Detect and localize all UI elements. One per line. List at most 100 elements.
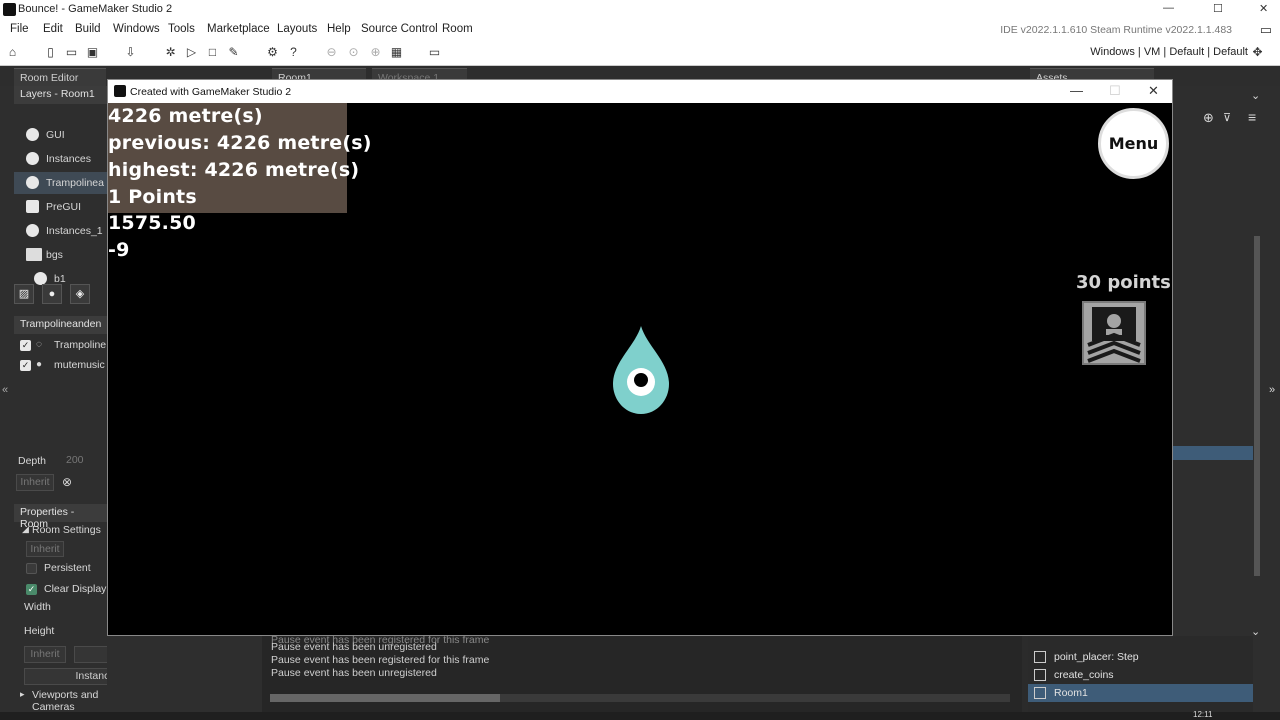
new-project-icon[interactable]: ▯ xyxy=(42,44,59,61)
clear-icon[interactable]: ⊗ xyxy=(62,475,72,489)
output-icon[interactable]: ▭ xyxy=(426,44,443,61)
tab-room-editor[interactable]: Room Editor xyxy=(14,68,106,86)
chat-icon[interactable]: ▭ xyxy=(1260,22,1272,38)
collapse-left-icon[interactable]: « xyxy=(2,384,8,396)
room-settings-label[interactable]: Room Settings xyxy=(32,524,101,536)
asset-item[interactable]: point_placer: Step xyxy=(1028,648,1253,666)
hud-value: 1575.50 xyxy=(108,212,196,234)
home-icon[interactable]: ⌂ xyxy=(4,44,21,61)
layer-pregui[interactable]: PreGUI xyxy=(14,196,107,218)
event-icon xyxy=(1034,651,1046,663)
save-icon[interactable]: ▣ xyxy=(84,44,101,61)
menu-help[interactable]: Help xyxy=(327,23,351,35)
instance-layer-icon xyxy=(26,128,39,141)
room-inherit-button[interactable]: Inherit xyxy=(26,541,64,557)
menu-layouts[interactable]: Layouts xyxy=(277,23,317,35)
minimize-button[interactable]: — xyxy=(1163,2,1174,14)
viewports-label[interactable]: Viewports and Cameras xyxy=(32,689,107,713)
output-panel: Pause event has been registered for this… xyxy=(262,634,1022,720)
stop-icon[interactable]: □ xyxy=(204,44,221,61)
persistent-label: Persistent xyxy=(44,562,91,574)
asset-item[interactable]: Room1 xyxy=(1028,684,1253,702)
instance-checkbox[interactable]: ✓ xyxy=(20,340,31,351)
debug-icon[interactable]: ✲ xyxy=(162,44,179,61)
clean-icon[interactable]: ✎ xyxy=(225,44,242,61)
instance-item[interactable]: mutemusic xyxy=(54,359,105,371)
add-background-layer-icon[interactable]: ▨ xyxy=(14,284,34,304)
filter-icon[interactable]: ⊽ xyxy=(1223,111,1231,124)
collapse-triangle-icon[interactable]: ◢ xyxy=(22,524,29,535)
game-maximize-button[interactable]: ☐ xyxy=(1109,83,1121,99)
instance-layer-icon xyxy=(26,176,39,189)
folder-icon xyxy=(26,248,42,261)
zoom-out-icon[interactable]: ⊖ xyxy=(323,44,340,61)
creation-inherit-button[interactable]: Inherit xyxy=(24,646,66,663)
assets-panel: ⊕ ⊽ ≡ ⌄ » ⌄ xyxy=(1173,86,1280,720)
layer-gui[interactable]: GUI xyxy=(14,124,107,146)
zoom-reset-icon[interactable]: ⊙ xyxy=(345,44,362,61)
menu-file[interactable]: File xyxy=(10,23,29,35)
asset-browser-list: point_placer: Step create_coins Room1 xyxy=(1028,636,1253,720)
depth-label: Depth xyxy=(18,455,47,467)
target-gear-icon[interactable]: ✥ xyxy=(1249,44,1266,61)
layer-folder-bgs[interactable]: bgs xyxy=(14,244,107,266)
game-close-button[interactable]: ✕ xyxy=(1148,83,1159,99)
expand-triangle-icon[interactable]: ▸ xyxy=(20,689,25,700)
game-minimize-button[interactable]: — xyxy=(1070,83,1083,98)
hud-distance: 4226 metre(s) xyxy=(108,105,263,127)
horizontal-scrollbar[interactable] xyxy=(270,694,1010,702)
width-label: Width xyxy=(24,601,51,613)
menu-room[interactable]: Room xyxy=(442,23,473,35)
depth-value[interactable]: 200 xyxy=(66,454,84,466)
room-editor-panel: Layers - Room1 GUI Instances Trampolinea… xyxy=(0,86,239,720)
chevron-down-icon[interactable]: ⌄ xyxy=(1251,89,1260,102)
menu-button[interactable]: Menu xyxy=(1098,108,1169,179)
trampoline-icon: ◌ xyxy=(36,339,42,350)
add-asset-icon[interactable]: ⊕ xyxy=(1203,110,1214,126)
hud-highest: highest: 4226 metre(s) xyxy=(108,159,360,181)
left-panel-lower xyxy=(107,636,262,720)
layer-instances-1[interactable]: Instances_1 xyxy=(14,220,107,242)
asset-item[interactable]: create_coins xyxy=(1028,666,1253,684)
add-instance-layer-icon[interactable]: ● xyxy=(42,284,62,304)
hud-previous: previous: 4226 metre(s) xyxy=(108,132,372,154)
output-line: Pause event has been registered for this… xyxy=(271,654,490,666)
script-icon xyxy=(1034,669,1046,681)
menu-marketplace[interactable]: Marketplace xyxy=(207,23,270,35)
layer-instances[interactable]: Instances xyxy=(14,148,107,170)
version-info: IDE v2022.1.1.610 Steam Runtime v2022.1.… xyxy=(1000,24,1232,36)
expand-right-icon[interactable]: » xyxy=(1269,384,1275,396)
scrollbar[interactable] xyxy=(1254,236,1260,576)
open-project-icon[interactable]: ▭ xyxy=(63,44,80,61)
menu-edit[interactable]: Edit xyxy=(43,23,63,35)
run-icon[interactable]: ▷ xyxy=(183,44,200,61)
target-selector[interactable]: Windows | VM | Default | Default xyxy=(1090,46,1248,58)
hamburger-menu-icon[interactable]: ≡ xyxy=(1248,109,1256,125)
instance-checkbox[interactable]: ✓ xyxy=(20,360,31,371)
grid-icon[interactable]: ▦ xyxy=(388,44,405,61)
depth-inherit-button[interactable]: Inherit xyxy=(16,474,54,491)
help-icon[interactable]: ? xyxy=(285,44,302,61)
instance-item[interactable]: Trampoline xyxy=(54,339,106,351)
instance-layer-icon xyxy=(26,152,39,165)
menu-tools[interactable]: Tools xyxy=(168,23,195,35)
settings-icon[interactable]: ⚙ xyxy=(264,44,281,61)
layer-trampoline[interactable]: Trampolinea xyxy=(14,172,107,194)
hud-points: 1 Points xyxy=(108,186,197,208)
create-exe-icon[interactable]: ⇩ xyxy=(122,44,139,61)
menu-windows[interactable]: Windows xyxy=(113,23,160,35)
height-label: Height xyxy=(24,625,55,637)
persistent-checkbox[interactable] xyxy=(26,563,37,574)
menu-build[interactable]: Build xyxy=(75,23,101,35)
layer-b1[interactable]: b1 xyxy=(14,268,107,285)
maximize-button[interactable]: ☐ xyxy=(1213,2,1223,15)
gamemaker-logo-icon xyxy=(3,3,16,16)
close-button[interactable]: ✕ xyxy=(1259,2,1268,15)
menu-source-control[interactable]: Source Control xyxy=(361,23,438,35)
zoom-in-icon[interactable]: ⊕ xyxy=(367,44,384,61)
object-icon: ● xyxy=(36,359,43,370)
add-tile-layer-icon[interactable]: ◈ xyxy=(70,284,90,304)
instance-layer-icon xyxy=(26,224,39,237)
trampoline-unlock-icon[interactable] xyxy=(1082,301,1146,365)
clear-display-checkbox[interactable]: ✓ xyxy=(26,584,37,595)
